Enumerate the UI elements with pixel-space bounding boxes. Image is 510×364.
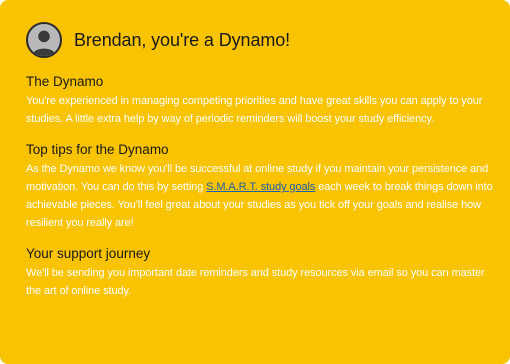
section-heading: Top tips for the Dynamo — [26, 142, 169, 157]
user-avatar-icon — [26, 22, 62, 58]
card-header: Brendan, you're a Dynamo! — [26, 20, 496, 60]
section-heading: The Dynamo — [26, 74, 104, 89]
section-heading: Your support journey — [26, 246, 151, 261]
dynamo-profile-card: Brendan, you're a Dynamo! The Dynamo You… — [0, 0, 510, 364]
section-body: We'll be sending you important date remi… — [26, 267, 485, 297]
section-the-dynamo: The Dynamo You're experienced in managin… — [26, 74, 496, 128]
section-body: As the Dynamo we know you'll be successf… — [26, 160, 496, 232]
section-top-tips: Top tips for the Dynamo As the Dynamo we… — [26, 142, 496, 232]
user-silhouette-icon — [32, 30, 56, 56]
smart-goals-link[interactable]: S.M.A.R.T. study goals — [206, 181, 315, 193]
section-body: You're experienced in managing competing… — [26, 95, 483, 125]
page-title: Brendan, you're a Dynamo! — [74, 29, 291, 50]
section-support-journey: Your support journey We'll be sending yo… — [26, 246, 496, 300]
